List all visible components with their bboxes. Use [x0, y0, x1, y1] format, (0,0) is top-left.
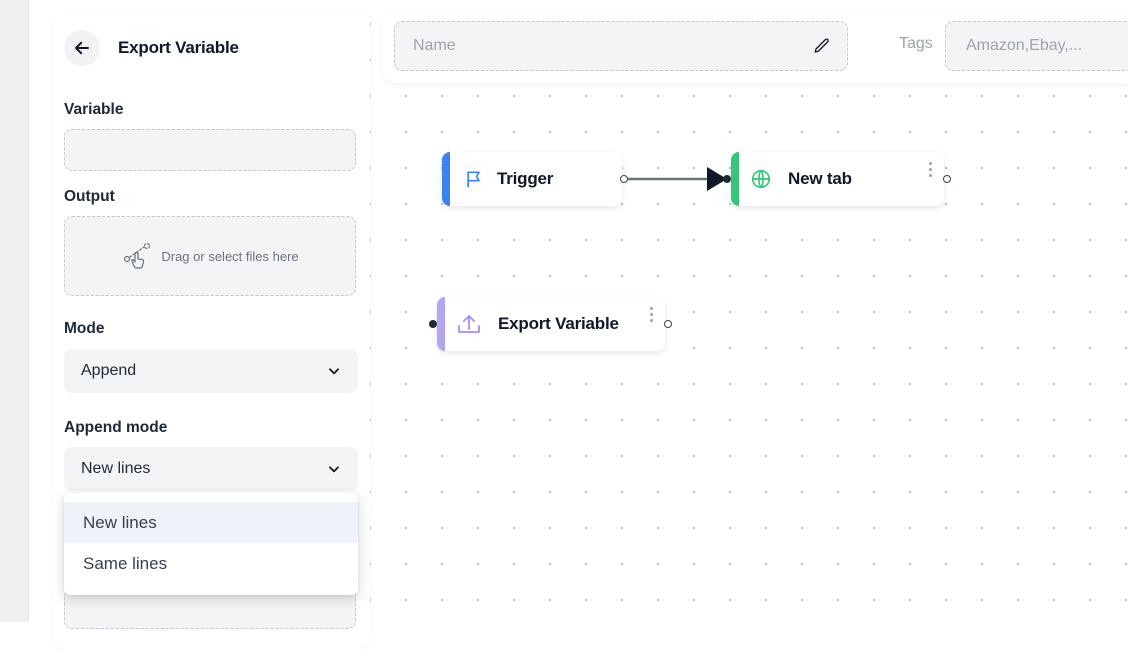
- node-title: Export Variable: [498, 314, 619, 333]
- input-handle[interactable]: [429, 320, 437, 328]
- output-handle[interactable]: [943, 175, 951, 183]
- node-menu-icon[interactable]: [650, 307, 654, 322]
- node-accent: [442, 152, 450, 206]
- node-title: Trigger: [497, 169, 554, 188]
- node-menu-icon[interactable]: [929, 162, 933, 177]
- node-accent: [437, 297, 445, 351]
- node-trigger[interactable]: Trigger: [442, 152, 628, 206]
- node-export-variable[interactable]: Export Variable: [429, 297, 672, 351]
- input-handle[interactable]: [723, 175, 731, 183]
- node-accent: [731, 152, 739, 206]
- output-handle[interactable]: [664, 320, 672, 328]
- upload-icon: [458, 315, 480, 333]
- node-title: New tab: [788, 169, 852, 188]
- globe-icon: [751, 169, 771, 189]
- output-handle[interactable]: [620, 175, 628, 183]
- node-new-tab[interactable]: New tab: [723, 152, 951, 206]
- flag-icon: [467, 171, 480, 188]
